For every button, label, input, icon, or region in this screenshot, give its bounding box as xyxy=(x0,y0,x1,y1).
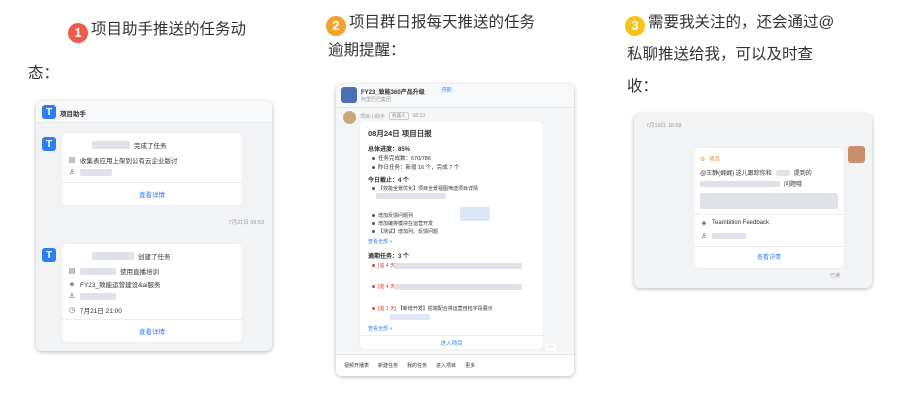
overdue-tag: [逾 1 天] xyxy=(378,306,397,312)
number-badge-2: 2 xyxy=(326,16,346,36)
caption-1-cont: 态： xyxy=(28,65,60,82)
toolbar-item[interactable]: 新建任务 xyxy=(378,362,398,369)
progress-item: 任务完成数：670/786 xyxy=(378,156,431,162)
source-name: Teambition Feedback xyxy=(712,220,770,226)
project-icon: ⊛ xyxy=(700,156,706,163)
layers-icon: ◈ xyxy=(69,281,75,288)
group-subtitle: 阿里巴巴集团 xyxy=(361,97,392,103)
layers-icon: ◈ xyxy=(701,220,707,227)
toolbar-item[interactable]: 进入项目 xyxy=(436,362,456,369)
progress-item: 昨日任务：新增 16 个，完成 7 个 xyxy=(378,165,460,171)
group-badge: 内部 xyxy=(440,87,453,93)
caption-3-line2: 私聊推送给我，可以及时查 xyxy=(627,46,814,63)
due-item: 增加反馈问题列 xyxy=(378,213,414,219)
screenshot-private-message: 7月19日 18:58 ⊛ 项目 @王静(娓娓) 这儿跟踪你和 提到的 问题哦 … xyxy=(634,114,872,288)
task-icon: ▤ xyxy=(68,157,76,164)
view-details-link[interactable]: 查看详情 xyxy=(62,189,242,199)
bot-tag: 机器人 xyxy=(389,112,409,120)
more-button[interactable]: ··· xyxy=(546,344,556,350)
view-all-link[interactable]: 查看全部 » xyxy=(368,238,392,245)
timestamp: 7月21日 09:53 xyxy=(228,220,264,226)
blurred-preview xyxy=(700,193,838,209)
due-date: 7月21日 21:00 xyxy=(80,308,122,315)
user-name-blurred xyxy=(92,252,134,260)
clock-icon: ◷ xyxy=(68,307,76,314)
toolbar-item[interactable]: 视频开播表 xyxy=(344,362,369,369)
due-today-label: 今日截止：4 个 xyxy=(368,178,410,184)
teambition-logo-icon: T xyxy=(42,105,56,119)
user-avatar[interactable] xyxy=(848,146,865,163)
number-badge-3: 3 xyxy=(625,16,645,36)
bot-avatar-icon-2[interactable]: T xyxy=(42,248,56,262)
message-end: 问题哦 xyxy=(784,182,803,188)
bot-avatar-icon[interactable]: T xyxy=(42,137,56,151)
overdue-label: 逾期任务：3 个 xyxy=(368,254,410,260)
message-prefix: @王静(娓娓) 这儿跟踪你和 xyxy=(700,171,772,177)
view-all-link[interactable]: 查看全部 » xyxy=(368,325,392,332)
person-icon: ♙ xyxy=(700,233,708,240)
due-item: 【效能全景优化】项目全景视图筛选项目详情 xyxy=(378,186,479,192)
due-item: 【测试】增加列、反馈问题 xyxy=(378,229,439,235)
message-mid: 提到的 xyxy=(793,171,812,177)
screenshot-project-assistant: T 项目助手 T 完成了任务 ▤ 收集表应用上架到公有云企业版讨 ♙ 查看详情 … xyxy=(36,101,272,351)
task-title: 收集表应用上架到公有云企业版讨 xyxy=(80,158,178,165)
project-tag: 项目 xyxy=(709,157,721,163)
bot-name: 项目小助手 xyxy=(360,113,386,120)
toolbar-item[interactable]: 我的任务 xyxy=(407,362,427,369)
task-card-completed[interactable]: 完成了任务 ▤ 收集表应用上架到公有云企业版讨 ♙ 查看详情 xyxy=(62,133,242,205)
daily-report-card: 08月24日 项目日报 总体进度：85% 任务完成数：670/786 昨日任务：… xyxy=(360,121,543,349)
task-title: 使用直播培训 xyxy=(120,269,159,276)
caption-3-line3: 收： xyxy=(627,78,659,95)
person-icon: ♙ xyxy=(68,169,76,176)
caption-2-cont: 逾期提醒： xyxy=(328,42,406,59)
mention-card[interactable]: ⊛ 项目 @王静(娓娓) 这儿跟踪你和 提到的 问题哦 ◈ Teambition… xyxy=(694,148,844,268)
bot-avatar[interactable] xyxy=(343,111,356,124)
overdue-text: 【新增开发】前端配合将运营自检字段展示 xyxy=(397,306,493,312)
read-status: 已读 xyxy=(830,273,841,279)
progress-label: 总体进度：85% xyxy=(368,147,411,153)
screenshot-group-daily-report: FY23_致能360产品升级 内部 阿里巴巴集团 项目小助手 机器人 08:13… xyxy=(336,84,574,376)
group-avatar-icon xyxy=(341,87,357,103)
person-icon: ♙ xyxy=(68,293,76,300)
user-name-blurred xyxy=(92,141,130,149)
chat-title: 项目助手 xyxy=(60,111,86,118)
task-icon: ▤ xyxy=(68,268,76,275)
number-badge-1: 1 xyxy=(68,23,88,43)
bottom-toolbar: 视频开播表 新建任务 我的任务 进入项目 更多 xyxy=(336,354,574,376)
caption-3: 3 需要我关注的，还会通过@ xyxy=(625,9,834,37)
report-title: 08月24日 项目日报 xyxy=(368,129,432,138)
chat-header: T 项目助手 xyxy=(36,101,272,123)
due-item: 增加编排模块在运营开发 xyxy=(378,221,434,227)
task-action: 完成了任务 xyxy=(134,143,167,150)
message-datetime: 7月19日 18:58 xyxy=(646,123,682,129)
caption-1: 1 项目助手推送的任务动 xyxy=(68,16,246,44)
group-header: FY23_致能360产品升级 内部 阿里巴巴集团 xyxy=(336,84,574,108)
task-card-created[interactable]: 创建了任务 ▤ 使用直播培训 ◈ FY23_致能运营建设&ai服务 ♙ ◷ 7月… xyxy=(62,244,242,342)
task-action: 创建了任务 xyxy=(138,254,171,261)
project-name: FY23_致能运营建设&ai服务 xyxy=(80,282,161,289)
message-time: 08:13 xyxy=(412,113,426,119)
view-details-link[interactable]: 查看详情 xyxy=(694,252,844,261)
toolbar-item[interactable]: 更多 xyxy=(465,362,475,369)
caption-2: 2 项目群日报每天推送的任务 xyxy=(326,9,535,37)
enter-project-link[interactable]: 进入项目 xyxy=(360,339,543,347)
group-title: FY23_致能360产品升级 xyxy=(361,90,425,96)
view-details-link[interactable]: 查看详情 xyxy=(62,326,242,336)
